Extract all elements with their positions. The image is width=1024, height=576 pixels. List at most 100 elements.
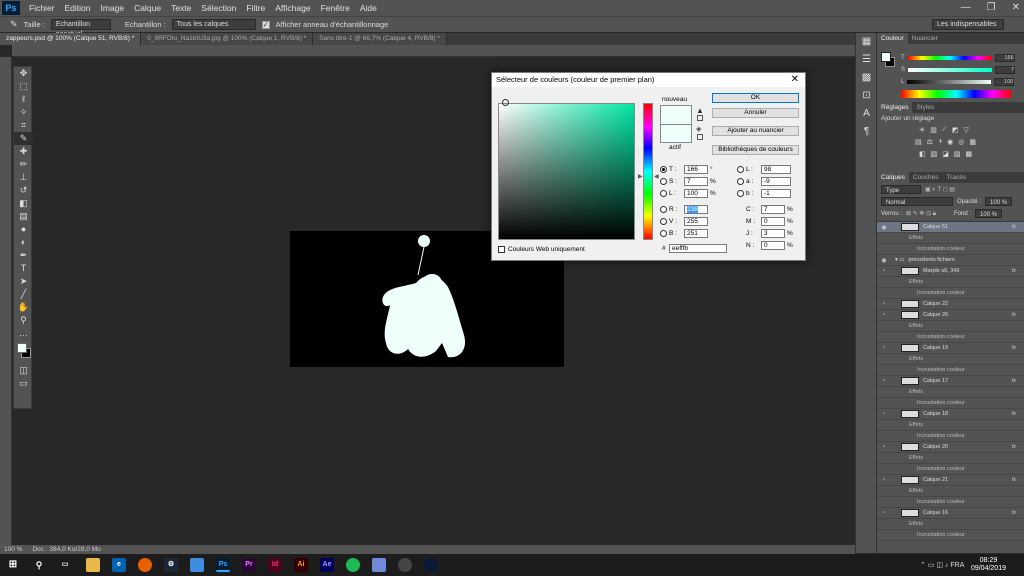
lum-value[interactable]: 100 xyxy=(994,78,1015,86)
layer-effect-row[interactable]: Effets xyxy=(877,354,1024,365)
channel-mixer-icon[interactable]: ◎ xyxy=(958,138,964,146)
hue-value[interactable]: 166 xyxy=(994,54,1015,62)
t-field[interactable]: 166 xyxy=(684,165,708,174)
layer-fx-icon[interactable]: fx xyxy=(1012,510,1016,516)
brush-panel-icon[interactable]: ▩ xyxy=(856,69,877,87)
invert-icon[interactable]: ◧ xyxy=(919,150,926,158)
radio-t[interactable] xyxy=(660,166,667,173)
l-field[interactable]: 98 xyxy=(761,165,791,174)
zoom-level[interactable]: 100 % xyxy=(4,545,22,554)
app-dark-icon[interactable] xyxy=(424,558,438,572)
annuler-button[interactable]: Annuler xyxy=(712,108,799,118)
color-field[interactable] xyxy=(498,103,635,240)
layer-effect-row[interactable]: Incrustation couleur xyxy=(877,244,1024,255)
hue-arrow-left-icon[interactable]: ▶ xyxy=(638,173,643,180)
layer-effect-row[interactable]: Incrustation couleur xyxy=(877,530,1024,541)
crop-tool-icon[interactable]: ⌗ xyxy=(14,119,33,132)
levels-icon[interactable]: ▥ xyxy=(930,126,937,134)
visibility-eye-icon[interactable]: ▫ xyxy=(877,312,891,318)
layer-effect-row[interactable]: Effets xyxy=(877,321,1024,332)
color-lookup-icon[interactable]: ▦ xyxy=(969,138,976,146)
folder-icon[interactable]: ▾ ▭ xyxy=(895,257,905,263)
gradient-tool-icon[interactable]: ▤ xyxy=(14,210,33,223)
history-brush-tool-icon[interactable]: ↺ xyxy=(14,184,33,197)
radio-l[interactable] xyxy=(737,166,744,173)
tab-nuancier[interactable]: Nuancier xyxy=(908,33,942,44)
layer-fx-icon[interactable]: fx xyxy=(1012,378,1016,384)
eyedropper-tool-icon[interactable]: ✎ xyxy=(10,19,18,30)
layer-effect-row[interactable]: Effets xyxy=(877,486,1024,497)
hue-slider-row[interactable]: T 166 xyxy=(877,52,1024,64)
taskbar-photoshop-icon[interactable]: Ps xyxy=(216,558,230,572)
visibility-eye-icon[interactable]: ▫ xyxy=(877,378,891,384)
color-balance-icon[interactable]: ⚖ xyxy=(927,138,933,146)
layer-effect-row[interactable]: Effets xyxy=(877,519,1024,530)
threshold-icon[interactable]: ◪ xyxy=(942,150,949,158)
dialog-close-button[interactable]: ✕ xyxy=(791,74,799,85)
r-field[interactable]: 238 xyxy=(684,205,708,214)
tab-calques[interactable]: Calques xyxy=(877,172,909,183)
menu-edition[interactable]: Edition xyxy=(60,3,96,13)
layer-group-row[interactable]: ◉ ▾ ▭ precedents fichiers xyxy=(877,255,1024,266)
lum-slider[interactable] xyxy=(907,80,992,84)
curves-icon[interactable]: ⟋ xyxy=(942,126,947,134)
photo-filter-icon[interactable]: ◉ xyxy=(947,138,953,146)
layer-row[interactable]: ▫ Calque 22 xyxy=(877,299,1024,310)
current-color-swatch[interactable] xyxy=(660,125,692,143)
menu-aide[interactable]: Aide xyxy=(355,3,382,13)
search-icon[interactable]: ⚲ xyxy=(32,558,46,572)
app-icon[interactable] xyxy=(190,558,204,572)
selective-color-icon[interactable]: ▩ xyxy=(966,150,973,158)
layer-row[interactable]: ▫ Calque 21 fx xyxy=(877,475,1024,486)
visibility-eye-icon[interactable]: ◉ xyxy=(877,224,891,231)
hue-slider[interactable] xyxy=(907,56,992,60)
layer-effect-row[interactable]: Incrustation couleur xyxy=(877,288,1024,299)
ok-button[interactable]: OK xyxy=(712,93,799,103)
s-field[interactable]: 7 xyxy=(684,177,708,186)
spotify-icon[interactable] xyxy=(346,558,360,572)
layer-row[interactable]: ▫ Calque 16 fx xyxy=(877,508,1024,519)
menu-selection[interactable]: Sélection xyxy=(196,3,241,13)
layer-fx-icon[interactable]: fx xyxy=(1012,224,1016,230)
blend-mode-select[interactable]: Normal xyxy=(881,197,953,206)
taskbar-after-effects-icon[interactable]: Ae xyxy=(320,558,334,572)
a-field[interactable]: -9 xyxy=(761,177,791,186)
minimize-button[interactable]: — xyxy=(961,2,971,13)
color-swatches[interactable] xyxy=(14,340,31,364)
gamut-swatch[interactable] xyxy=(697,115,703,121)
maximize-button[interactable]: ❐ xyxy=(987,2,996,13)
lasso-tool-icon[interactable]: ℓ xyxy=(14,93,33,106)
color-panel-foreground[interactable] xyxy=(881,52,891,62)
ajouter-nuancier-button[interactable]: Ajouter au nuancier xyxy=(712,126,799,136)
hue-slider[interactable] xyxy=(643,103,653,240)
n-field[interactable]: 0 xyxy=(761,241,785,250)
menu-calque[interactable]: Calque xyxy=(129,3,166,13)
web-safe-icon[interactable]: ◈ xyxy=(696,125,701,133)
layer-filter-select[interactable]: Type xyxy=(881,185,921,194)
taille-select[interactable]: Echantillon ponctuel xyxy=(50,19,111,38)
shape-tool-icon[interactable]: ╱ xyxy=(14,288,33,301)
layer-fx-icon[interactable]: fx xyxy=(1012,345,1016,351)
healing-tool-icon[interactable]: ✚ xyxy=(14,145,33,158)
firefox-icon[interactable] xyxy=(138,558,152,572)
stamp-tool-icon[interactable]: ⊥ xyxy=(14,171,33,184)
posterize-icon[interactable]: ▧ xyxy=(931,150,938,158)
task-view-icon[interactable]: ▭ xyxy=(58,558,72,572)
visibility-eye-icon[interactable]: ▫ xyxy=(877,345,891,351)
visibility-eye-icon[interactable]: ◉ xyxy=(877,257,891,264)
lum-slider-row[interactable]: L 100 xyxy=(877,76,1024,88)
brush-tool-icon[interactable]: ✏ xyxy=(14,158,33,171)
layer-effect-row[interactable]: Incrustation couleur xyxy=(877,332,1024,343)
lock-icons[interactable]: ⊠ ✎ ✥ ⊡ 🔒︎ xyxy=(906,210,936,218)
brightness-icon[interactable]: ☀ xyxy=(919,126,925,134)
paragraph-panel-icon[interactable]: ¶ xyxy=(856,123,877,141)
layer-row[interactable]: ▫ Calque 19 fx xyxy=(877,343,1024,354)
app-circle-icon[interactable] xyxy=(398,558,412,572)
menu-filtre[interactable]: Filtre xyxy=(241,3,270,13)
opacity-value[interactable]: 100 % xyxy=(985,197,1013,206)
gradient-map-icon[interactable]: ▨ xyxy=(954,150,961,158)
sat-slider[interactable] xyxy=(908,68,993,72)
layer-effect-row[interactable]: Incrustation couleur xyxy=(877,497,1024,508)
color-field-cursor[interactable] xyxy=(502,99,509,106)
fill-value[interactable]: 100 % xyxy=(975,209,1003,218)
